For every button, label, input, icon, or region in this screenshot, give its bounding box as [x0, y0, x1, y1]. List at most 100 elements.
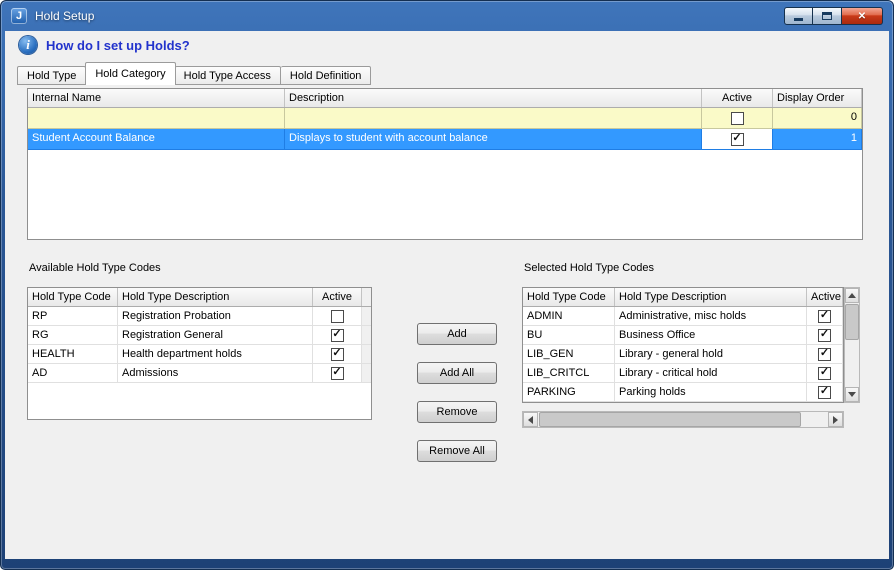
active-checkbox[interactable]	[818, 367, 831, 380]
column-header-active[interactable]: Active	[702, 89, 773, 107]
available-codes-grid: Hold Type Code Hold Type Description Act…	[27, 287, 372, 420]
column-header-hold-type-description[interactable]: Hold Type Description	[118, 288, 313, 306]
cell-code[interactable]: HEALTH	[28, 345, 118, 364]
cell-active	[313, 326, 362, 345]
cell-display-order[interactable]: 0	[773, 108, 862, 129]
horizontal-scroll-thumb[interactable]	[539, 412, 801, 427]
cell-active	[807, 383, 843, 402]
remove-all-button[interactable]: Remove All	[417, 440, 497, 462]
cell-code[interactable]: ADMIN	[523, 307, 615, 326]
active-checkbox[interactable]	[731, 133, 744, 146]
cell-code[interactable]: AD	[28, 364, 118, 383]
info-icon[interactable]: i	[19, 36, 37, 54]
tab-hold-definition[interactable]: Hold Definition	[281, 66, 372, 85]
column-header-description[interactable]: Description	[285, 89, 702, 107]
table-row[interactable]: BU Business Office	[523, 326, 843, 345]
cell-code[interactable]: PARKING	[523, 383, 615, 402]
cell-description[interactable]: Library - general hold	[615, 345, 807, 364]
cell-description[interactable]: Administrative, misc holds	[615, 307, 807, 326]
cell-description[interactable]: Admissions	[118, 364, 313, 383]
grid-header-row: Internal Name Description Active Display…	[28, 89, 862, 108]
tab-hold-category[interactable]: Hold Category	[85, 62, 175, 85]
column-header-active[interactable]: Active	[313, 288, 362, 306]
window-controls: ✕	[784, 7, 883, 25]
column-header-hold-type-code[interactable]: Hold Type Code	[28, 288, 118, 306]
active-checkbox[interactable]	[331, 367, 344, 380]
column-header-internal-name[interactable]: Internal Name	[28, 89, 285, 107]
cell-description[interactable]	[285, 108, 702, 129]
arrow-up-icon	[848, 293, 856, 298]
cell-description[interactable]: Registration Probation	[118, 307, 313, 326]
cell-active	[807, 326, 843, 345]
minimize-button[interactable]	[784, 7, 813, 25]
active-checkbox[interactable]	[818, 329, 831, 342]
vertical-scrollbar[interactable]	[844, 287, 860, 403]
add-all-button[interactable]: Add All	[417, 362, 497, 384]
active-checkbox[interactable]	[818, 386, 831, 399]
arrow-down-icon	[848, 392, 856, 397]
table-row[interactable]: LIB_CRITCL Library - critical hold	[523, 364, 843, 383]
scroll-down-button[interactable]	[845, 387, 859, 402]
scroll-left-button[interactable]	[523, 412, 538, 427]
horizontal-scrollbar[interactable]	[522, 411, 844, 428]
tab-hold-type[interactable]: Hold Type	[17, 66, 86, 85]
column-header-active[interactable]: Active	[807, 288, 843, 306]
active-checkbox[interactable]	[331, 329, 344, 342]
cell-description[interactable]: Registration General	[118, 326, 313, 345]
table-row[interactable]: RG Registration General	[28, 326, 371, 345]
row-filler	[362, 307, 371, 326]
cell-code[interactable]: BU	[523, 326, 615, 345]
cell-active	[807, 307, 843, 326]
cell-description[interactable]: Displays to student with account balance	[285, 129, 702, 150]
tab-strip: Hold Type Hold Category Hold Type Access…	[17, 62, 371, 85]
app-icon: J	[11, 8, 27, 24]
cell-code[interactable]: LIB_CRITCL	[523, 364, 615, 383]
column-header-hold-type-code[interactable]: Hold Type Code	[523, 288, 615, 306]
active-checkbox[interactable]	[731, 112, 744, 125]
maximize-button[interactable]	[813, 7, 842, 25]
selected-category-row[interactable]: Student Account Balance Displays to stud…	[28, 129, 862, 150]
active-checkbox[interactable]	[331, 310, 344, 323]
cell-description[interactable]: Library - critical hold	[615, 364, 807, 383]
scroll-right-button[interactable]	[828, 412, 843, 427]
new-entry-row[interactable]: 0	[28, 108, 862, 129]
cell-active	[313, 307, 362, 326]
selected-codes-grid: Hold Type Code Hold Type Description Act…	[522, 287, 844, 403]
cell-active	[702, 129, 773, 150]
window-title: Hold Setup	[35, 9, 94, 23]
active-checkbox[interactable]	[331, 348, 344, 361]
vertical-scroll-thumb[interactable]	[845, 304, 859, 340]
row-filler	[362, 364, 371, 383]
active-checkbox[interactable]	[818, 310, 831, 323]
cell-display-order[interactable]: 1	[773, 129, 862, 150]
table-row[interactable]: HEALTH Health department holds	[28, 345, 371, 364]
table-row[interactable]: PARKING Parking holds	[523, 383, 843, 402]
help-link[interactable]: How do I set up Holds?	[46, 38, 190, 53]
table-row[interactable]: ADMIN Administrative, misc holds	[523, 307, 843, 326]
table-row[interactable]: RP Registration Probation	[28, 307, 371, 326]
cell-description[interactable]: Parking holds	[615, 383, 807, 402]
cell-code[interactable]: RP	[28, 307, 118, 326]
available-codes-label: Available Hold Type Codes	[29, 262, 161, 274]
arrow-right-icon	[833, 416, 838, 424]
table-row[interactable]: AD Admissions	[28, 364, 371, 383]
remove-button[interactable]: Remove	[417, 401, 497, 423]
cell-description[interactable]: Business Office	[615, 326, 807, 345]
cell-active	[313, 345, 362, 364]
cell-internal-name[interactable]	[28, 108, 285, 129]
table-row[interactable]: LIB_GEN Library - general hold	[523, 345, 843, 364]
close-button[interactable]: ✕	[842, 7, 883, 25]
cell-description[interactable]: Health department holds	[118, 345, 313, 364]
tab-hold-type-access[interactable]: Hold Type Access	[175, 66, 281, 85]
active-checkbox[interactable]	[818, 348, 831, 361]
add-button[interactable]: Add	[417, 323, 497, 345]
scroll-up-button[interactable]	[845, 288, 859, 303]
cell-code[interactable]: LIB_GEN	[523, 345, 615, 364]
hold-setup-window: J Hold Setup ✕ i How do I set up Holds? …	[0, 0, 894, 570]
column-header-display-order[interactable]: Display Order	[773, 89, 862, 107]
cell-code[interactable]: RG	[28, 326, 118, 345]
title-bar[interactable]: J Hold Setup ✕	[1, 1, 893, 31]
minimize-icon	[794, 18, 803, 21]
column-header-hold-type-description[interactable]: Hold Type Description	[615, 288, 807, 306]
cell-internal-name[interactable]: Student Account Balance	[28, 129, 285, 150]
